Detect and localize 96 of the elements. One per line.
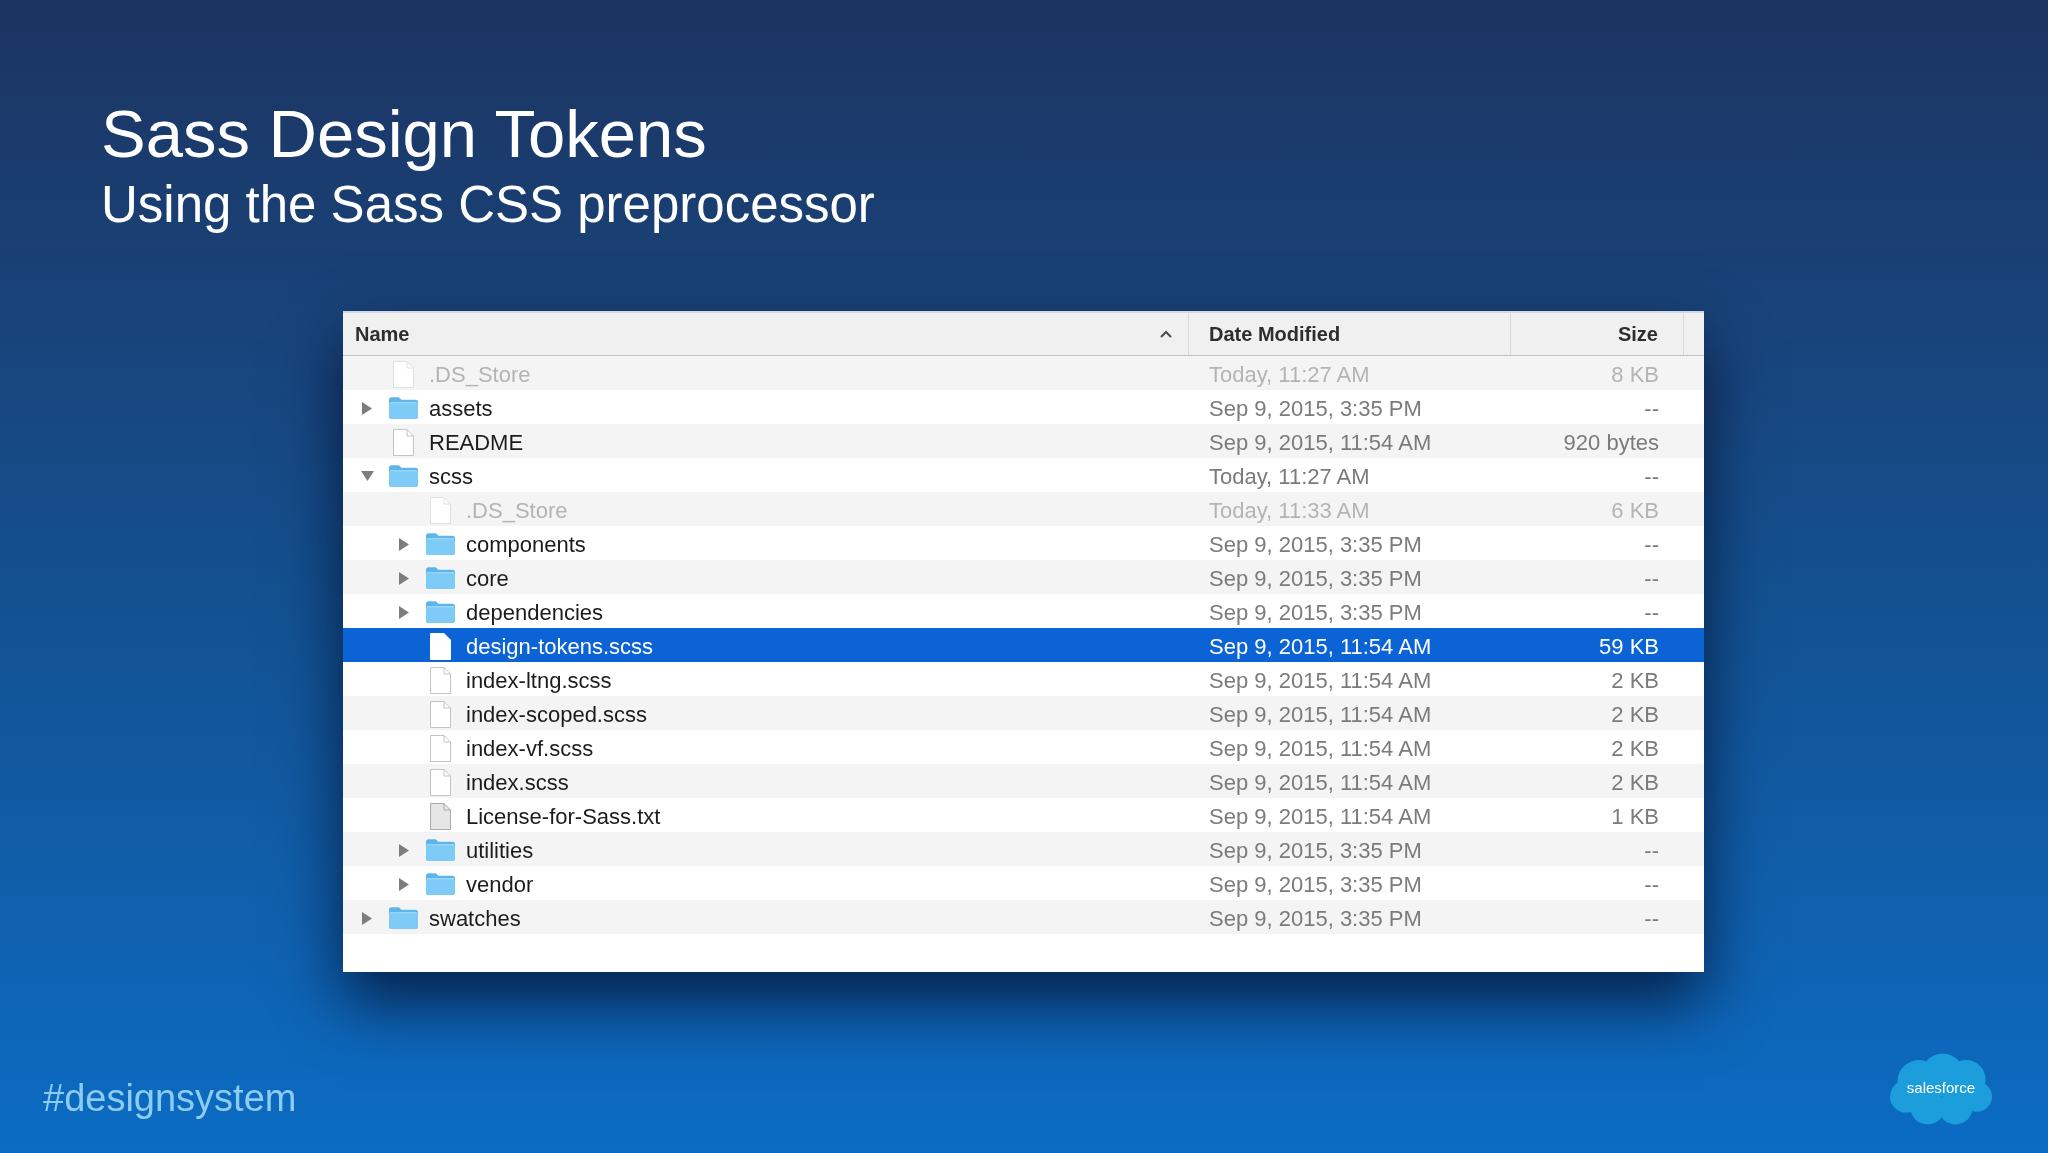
date-modified: Sep 9, 2015, 3:35 PM bbox=[1209, 836, 1422, 865]
folder-icon bbox=[426, 839, 455, 861]
file-icon bbox=[430, 734, 451, 762]
date-modified: Sep 9, 2015, 11:54 AM bbox=[1209, 734, 1432, 763]
file-icon bbox=[430, 632, 451, 660]
folder-icon bbox=[389, 907, 418, 929]
date-modified: Sep 9, 2015, 3:35 PM bbox=[1209, 530, 1422, 559]
file-list-row[interactable]: dependencies Sep 9, 2015, 3:35 PM -- bbox=[343, 594, 1704, 628]
date-modified: Sep 9, 2015, 11:54 AM bbox=[1209, 632, 1432, 661]
file-name: design-tokens.scss bbox=[466, 632, 654, 661]
date-modified: Sep 9, 2015, 3:35 PM bbox=[1209, 870, 1422, 899]
file-icon bbox=[430, 496, 451, 524]
date-modified: Sep 9, 2015, 3:35 PM bbox=[1209, 904, 1422, 933]
file-list-row[interactable]: core Sep 9, 2015, 3:35 PM -- bbox=[343, 560, 1704, 594]
file-icon bbox=[430, 768, 451, 796]
file-name: README bbox=[429, 428, 524, 457]
file-name: index.scss bbox=[466, 768, 569, 797]
disclosure-triangle-icon[interactable] bbox=[399, 537, 409, 551]
file-list-row[interactable]: swatches Sep 9, 2015, 3:35 PM -- bbox=[343, 900, 1704, 934]
date-modified: Sep 9, 2015, 11:54 AM bbox=[1209, 700, 1432, 729]
folder-icon bbox=[426, 567, 455, 589]
file-icon bbox=[393, 360, 414, 388]
column-header[interactable]: Size bbox=[1511, 313, 1684, 355]
folder-icon bbox=[389, 465, 418, 487]
file-list-row[interactable]: index.scss Sep 9, 2015, 11:54 AM 2 KB bbox=[343, 764, 1704, 798]
file-list-row[interactable]: design-tokens.scss Sep 9, 2015, 11:54 AM 59 KB bbox=[343, 628, 1704, 662]
file-list-row[interactable]: index-ltng.scss Sep 9, 2015, 11:54 AM 2 KB bbox=[343, 662, 1704, 696]
date-modified: Sep 9, 2015, 11:54 AM bbox=[1209, 666, 1432, 695]
file-icon bbox=[430, 700, 451, 728]
file-size: -- bbox=[1644, 530, 1659, 559]
file-size: 920 bytes bbox=[1563, 428, 1659, 457]
date-modified: Today, 11:27 AM bbox=[1209, 462, 1370, 491]
disclosure-triangle-icon[interactable] bbox=[399, 877, 409, 891]
date-modified: Today, 11:33 AM bbox=[1209, 496, 1370, 525]
date-modified: Sep 9, 2015, 3:35 PM bbox=[1209, 564, 1422, 593]
file-list-row[interactable]: scss Today, 11:27 AM -- bbox=[343, 458, 1704, 492]
file-list-row[interactable]: index-scoped.scss Sep 9, 2015, 11:54 AM 2 KB bbox=[343, 696, 1704, 730]
disclosure-triangle-icon[interactable] bbox=[362, 911, 372, 925]
date-modified: Sep 9, 2015, 11:54 AM bbox=[1209, 802, 1432, 831]
file-size: -- bbox=[1644, 870, 1659, 899]
file-size: -- bbox=[1644, 564, 1659, 593]
file-name: assets bbox=[429, 394, 493, 423]
file-size: 1 KB bbox=[1611, 802, 1659, 831]
file-list-row[interactable]: components Sep 9, 2015, 3:35 PM -- bbox=[343, 526, 1704, 560]
file-name: components bbox=[466, 530, 586, 559]
file-list-row[interactable]: index-vf.scss Sep 9, 2015, 11:54 AM 2 KB bbox=[343, 730, 1704, 764]
file-size: 8 KB bbox=[1611, 360, 1659, 389]
file-name: index-ltng.scss bbox=[466, 666, 612, 695]
file-list-row[interactable]: assets Sep 9, 2015, 3:35 PM -- bbox=[343, 390, 1704, 424]
file-size: -- bbox=[1644, 394, 1659, 423]
file-size: -- bbox=[1644, 836, 1659, 865]
file-size: -- bbox=[1644, 904, 1659, 933]
file-name: core bbox=[466, 564, 509, 593]
file-name: dependencies bbox=[466, 598, 603, 627]
hashtag: #designsystem bbox=[43, 1079, 297, 1117]
file-size: 2 KB bbox=[1611, 666, 1659, 695]
file-icon bbox=[393, 428, 414, 456]
folder-icon bbox=[426, 601, 455, 623]
folder-icon bbox=[426, 873, 455, 895]
file-name: swatches bbox=[429, 904, 521, 933]
column-header[interactable]: Name bbox=[343, 313, 1189, 355]
date-modified: Sep 9, 2015, 3:35 PM bbox=[1209, 598, 1422, 627]
disclosure-triangle-icon[interactable] bbox=[399, 843, 409, 857]
file-name: vendor bbox=[466, 870, 534, 899]
disclosure-triangle-icon[interactable] bbox=[362, 401, 372, 415]
file-size: -- bbox=[1644, 598, 1659, 627]
file-size: 2 KB bbox=[1611, 734, 1659, 763]
file-list-row[interactable]: utilities Sep 9, 2015, 3:35 PM -- bbox=[343, 832, 1704, 866]
date-modified: Sep 9, 2015, 3:35 PM bbox=[1209, 394, 1422, 423]
file-name: License-for-Sass.txt bbox=[466, 802, 661, 831]
file-size: 6 KB bbox=[1611, 496, 1659, 525]
file-size: 59 KB bbox=[1599, 632, 1659, 661]
file-icon bbox=[430, 666, 451, 694]
file-name: scss bbox=[429, 462, 473, 491]
file-list-row[interactable]: License-for-Sass.txt Sep 9, 2015, 11:54 AM 1 KB bbox=[343, 798, 1704, 832]
folder-icon bbox=[389, 397, 418, 419]
disclosure-triangle-icon[interactable] bbox=[399, 571, 409, 585]
folder-icon bbox=[426, 533, 455, 555]
file-name: index-vf.scss bbox=[466, 734, 594, 763]
file-name: .DS_Store bbox=[429, 360, 531, 389]
file-name: utilities bbox=[466, 836, 534, 865]
file-list-row[interactable]: vendor Sep 9, 2015, 3:35 PM -- bbox=[343, 866, 1704, 900]
logo-text: salesforce bbox=[1906, 1079, 1976, 1095]
column-header[interactable]: Date Modified bbox=[1189, 313, 1511, 355]
file-name: .DS_Store bbox=[466, 496, 568, 525]
file-list-row[interactable]: README Sep 9, 2015, 11:54 AM 920 bytes bbox=[343, 424, 1704, 458]
file-size: -- bbox=[1644, 462, 1659, 491]
date-modified: Sep 9, 2015, 11:54 AM bbox=[1209, 428, 1432, 457]
date-modified: Today, 11:27 AM bbox=[1209, 360, 1370, 389]
document-icon bbox=[430, 802, 451, 830]
date-modified: Sep 9, 2015, 11:54 AM bbox=[1209, 768, 1432, 797]
file-size: 2 KB bbox=[1611, 700, 1659, 729]
file-size: 2 KB bbox=[1611, 768, 1659, 797]
file-name: index-scoped.scss bbox=[466, 700, 647, 729]
disclosure-triangle-icon[interactable] bbox=[360, 471, 374, 481]
disclosure-triangle-icon[interactable] bbox=[399, 605, 409, 619]
